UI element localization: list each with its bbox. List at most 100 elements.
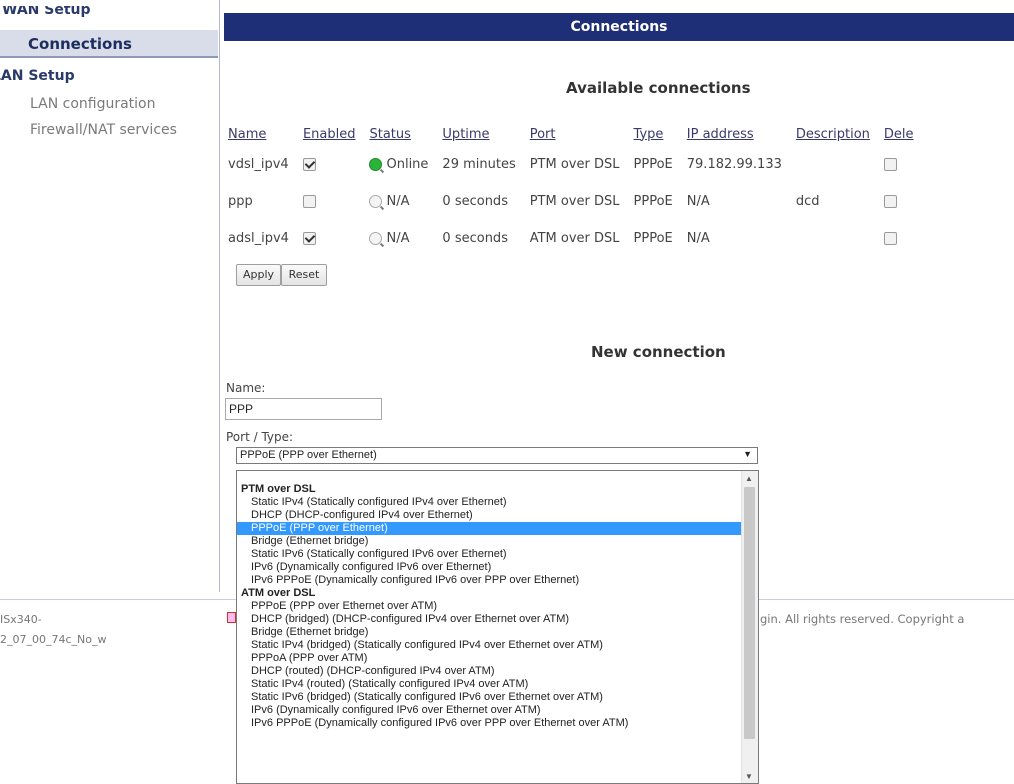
status-text: Online [386,157,429,172]
available-connections-title: Available connections [566,79,751,97]
apply-button[interactable]: Apply [236,264,281,286]
type-cell: PPPoE [633,231,673,246]
dropdown-option[interactable]: IPv6 (Dynamically configured IPv6 over E… [237,704,758,717]
connection-name-link[interactable]: ppp [222,183,297,220]
enabled-cell [297,220,364,257]
enabled-checkbox[interactable] [302,195,316,208]
new-connection-title: New connection [591,343,726,361]
delete-cell [878,146,922,183]
scroll-up-icon[interactable]: ▲ [745,474,753,483]
dropdown-option[interactable]: Static IPv6 (Statically configured IPv6 … [237,548,758,561]
dropdown-option[interactable]: DHCP (routed) (DHCP-configured IPv4 over… [237,665,758,678]
type-cell: PPPoE [633,194,673,209]
option-group-label: PTM over DSL [241,483,316,495]
status-icon [369,195,383,208]
dropdown-option[interactable]: DHCP (bridged) (DHCP-configured IPv4 ove… [237,613,758,626]
column-header[interactable]: Port [524,122,628,146]
sidebar-heading-lan-setup: LAN Setup [0,68,75,84]
column-header[interactable]: Status [363,122,436,146]
status-icon [369,232,383,245]
connection-name-link[interactable]: vdsl_ipv4 [222,146,297,183]
scroll-down-icon[interactable]: ▼ [745,772,753,781]
column-header[interactable]: Name [222,122,297,146]
description-cell: dcd [795,194,820,209]
dropdown-option[interactable]: Static IPv4 (bridged) (Statically config… [237,639,758,652]
column-header[interactable]: Type [628,122,681,146]
document-icon [227,612,236,623]
status-cell: N/A [363,220,436,257]
chevron-down-icon[interactable]: ▼ [743,449,752,459]
enabled-checkbox[interactable] [302,158,316,171]
name-input[interactable] [225,398,382,420]
dropdown-option[interactable]: PPPoE (PPP over Ethernet over ATM) [237,600,758,613]
ip-address-cell: 79.182.99.133 [686,157,782,172]
table-header-row: Name Enabled Status Uptime Port Type IP addres… [222,122,922,146]
copyright-text: gin. All rights reserved. Copyright a [760,612,965,626]
dropdown-option[interactable]: Static IPv4 (Statically configured IPv4 … [237,496,758,509]
connection-name-link[interactable]: adsl_ipv4 [222,220,297,257]
sidebar-item-lan-configuration[interactable]: LAN configuration [30,96,156,112]
type-cell: PPPoE [633,157,673,172]
status-icon [369,158,383,171]
sidebar-heading-wan-setup: WAN Setup [2,6,91,18]
scrollbar-thumb[interactable] [744,487,755,739]
port-cell: ATM over DSL [529,231,620,246]
dropdown-option[interactable]: IPv6 PPPoE (Dynamically configured IPv6 … [237,717,758,730]
dropdown-option[interactable]: Bridge (Ethernet bridge) [237,626,758,639]
port-cell: PTM over DSL [529,157,620,172]
name-label: Name: [226,381,266,395]
column-header[interactable]: Enabled [297,122,364,146]
port-cell: PTM over DSL [529,194,620,209]
connections-table: Name Enabled Status Uptime Port Type IP addres… [222,122,922,257]
table-row: vdsl_ipv4 Online 29 minutes PTM over DSL PPP… [222,146,922,183]
delete-cell [878,220,922,257]
status-text: N/A [386,231,410,246]
dropdown-option[interactable]: IPv6 (Dynamically configured IPv6 over E… [237,561,758,574]
delete-cell [878,183,922,220]
dropdown-scrollbar[interactable]: ▲ ▼ [741,471,758,783]
status-cell: Online [363,146,436,183]
option-group-label: ATM over DSL [241,587,316,599]
column-header[interactable]: Dele [878,122,922,146]
page-title: Connections [570,19,668,35]
delete-checkbox[interactable] [883,232,897,245]
description-cell [790,146,878,183]
uptime-cell: 29 minutes [442,157,516,172]
column-header[interactable]: Description [790,122,878,146]
enabled-checkbox[interactable] [302,232,316,245]
dropdown-option[interactable]: PPPoA (PPP over ATM) [237,652,758,665]
delete-checkbox[interactable] [883,158,897,171]
table-row: ppp N/A 0 seconds PTM over DSL PPPoE N/A dcd [222,183,922,220]
column-header[interactable]: IP address [681,122,790,146]
ip-address-cell: N/A [686,231,710,246]
table-row: adsl_ipv4 N/A 0 seconds ATM over DSL PPPoE N/… [222,220,922,257]
page-title-bar: Connections [224,13,1014,41]
enabled-cell [297,183,364,220]
firmware-version-line1: ISx340- [0,613,42,626]
dropdown-option[interactable]: Bridge (Ethernet bridge) [237,535,758,548]
port-type-selected-value: PPPoE (PPP over Ethernet) [240,449,377,461]
sidebar-divider [219,0,220,592]
column-header[interactable]: Uptime [436,122,523,146]
ip-address-cell: N/A [686,194,710,209]
dropdown-option[interactable]: Static IPv6 (bridged) (Statically config… [237,691,758,704]
port-type-label: Port / Type: [226,430,294,444]
dropdown-option[interactable]: PPPoE (PPP over Ethernet) [237,522,758,535]
delete-checkbox[interactable] [883,195,897,208]
uptime-cell: 0 seconds [442,194,508,209]
port-type-dropdown-list[interactable]: PTM over DSL Static IPv4 (Statically conf… [236,470,759,784]
dropdown-option[interactable]: DHCP (DHCP-configured IPv4 over Ethernet… [237,509,758,522]
port-type-select[interactable]: PPPoE (PPP over Ethernet) ▼ [236,447,758,464]
sidebar-item-connections[interactable]: Connections [0,30,218,58]
firmware-version-line2: 2_07_00_74c_No_w [0,633,107,646]
status-text: N/A [386,194,410,209]
dropdown-option[interactable]: Static IPv4 (routed) (Statically configu… [237,678,758,691]
status-cell: N/A [363,183,436,220]
reset-button[interactable]: Reset [281,264,327,286]
sidebar-item-firewall-nat[interactable]: Firewall/NAT services [30,122,177,138]
dropdown-option[interactable]: IPv6 PPPoE (Dynamically configured IPv6 … [237,574,758,587]
description-cell [790,220,878,257]
enabled-cell [297,146,364,183]
uptime-cell: 0 seconds [442,231,508,246]
